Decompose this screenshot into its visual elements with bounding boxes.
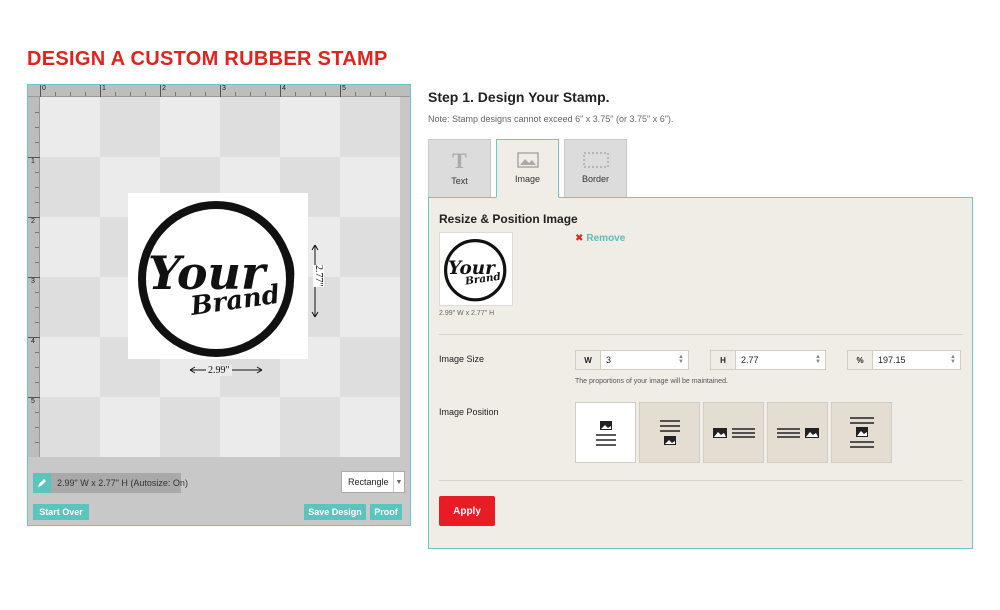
width-input-value: 3 bbox=[606, 355, 612, 365]
stamp-logo-image[interactable]: Your Brand bbox=[128, 193, 308, 359]
proportion-hint: The proportions of your image will be ma… bbox=[575, 378, 728, 385]
tab-image[interactable]: Image bbox=[496, 139, 559, 198]
start-over-button[interactable]: Start Over bbox=[33, 504, 89, 520]
percent-field-label: % bbox=[847, 350, 873, 370]
image-above-text-icon bbox=[595, 420, 616, 446]
ruler-number: 4 bbox=[31, 338, 35, 345]
text-t-icon: T bbox=[452, 148, 467, 173]
percent-input[interactable]: 197.15 ▲ ▼ bbox=[873, 350, 961, 370]
image-left-of-text-icon bbox=[712, 427, 755, 438]
shape-select-value: Rectangle bbox=[348, 477, 389, 487]
stamp-designer: 0 1 2 3 4 5 1 2 3 4 5 Your Brand 2.99" 2… bbox=[27, 84, 411, 526]
stepper-icon[interactable]: ▲ ▼ bbox=[950, 354, 956, 365]
image-below-text-icon bbox=[659, 419, 680, 445]
ruler-number: 4 bbox=[282, 85, 286, 92]
edit-size-button[interactable] bbox=[33, 473, 51, 493]
designer-actions: Start Over Save Design Proof bbox=[28, 499, 410, 525]
ruler-number: 5 bbox=[31, 398, 35, 405]
design-canvas[interactable]: Your Brand 2.99" 2.77" bbox=[40, 97, 400, 457]
divider bbox=[439, 334, 963, 335]
ruler-number: 3 bbox=[222, 85, 226, 92]
tab-border[interactable]: Border bbox=[564, 139, 627, 198]
thumbnail-caption: 2.99" W x 2.77" H bbox=[439, 310, 495, 317]
percent-field: % 197.15 ▲ ▼ bbox=[847, 350, 961, 370]
position-image-bottom-button[interactable] bbox=[639, 402, 700, 463]
image-panel: Resize & Position Image Your Brand 2.99"… bbox=[428, 197, 973, 549]
width-field: W 3 ▲ ▼ bbox=[575, 350, 689, 370]
remove-image-link[interactable]: ✖ Remove bbox=[575, 233, 625, 244]
ruler-number: 0 bbox=[42, 85, 46, 92]
ruler-left: 1 2 3 4 5 bbox=[28, 97, 40, 457]
close-icon: ✖ bbox=[575, 233, 584, 244]
border-icon bbox=[582, 152, 609, 168]
stepper-icon[interactable]: ▲ ▼ bbox=[678, 354, 684, 365]
shape-select[interactable]: Rectangle ▼ bbox=[341, 471, 405, 493]
height-input-value: 2.77 bbox=[741, 355, 759, 365]
ruler-number: 5 bbox=[342, 85, 346, 92]
height-field-label: H bbox=[710, 350, 736, 370]
stepper-icon[interactable]: ▲ ▼ bbox=[815, 354, 821, 365]
remove-label: Remove bbox=[586, 233, 626, 244]
size-note: Note: Stamp designs cannot exceed 6" x 3… bbox=[428, 114, 674, 124]
divider bbox=[439, 480, 963, 481]
ruler-number: 2 bbox=[162, 85, 166, 92]
tab-text[interactable]: T Text bbox=[428, 139, 491, 198]
image-between-text-icon bbox=[849, 416, 874, 448]
image-icon bbox=[516, 152, 539, 168]
position-image-left-button[interactable] bbox=[703, 402, 764, 463]
width-field-label: W bbox=[575, 350, 601, 370]
proof-button[interactable]: Proof bbox=[370, 504, 402, 520]
dimension-width-label: 2.99" bbox=[206, 365, 232, 376]
apply-button[interactable]: Apply bbox=[439, 496, 495, 526]
tab-label: Text bbox=[451, 176, 468, 186]
percent-input-value: 197.15 bbox=[878, 355, 906, 365]
tab-label: Image bbox=[514, 174, 540, 184]
ruler-number: 2 bbox=[31, 218, 35, 225]
height-input[interactable]: 2.77 ▲ ▼ bbox=[736, 350, 826, 370]
tab-label: Border bbox=[581, 174, 609, 184]
page-title: DESIGN A CUSTOM RUBBER STAMP bbox=[27, 48, 388, 70]
image-right-of-text-icon bbox=[776, 427, 819, 438]
panel-heading: Resize & Position Image bbox=[439, 212, 578, 226]
image-thumbnail: Your Brand bbox=[439, 232, 513, 306]
ruler-number: 3 bbox=[31, 278, 35, 285]
image-size-label: Image Size bbox=[439, 354, 485, 364]
width-input[interactable]: 3 ▲ ▼ bbox=[601, 350, 689, 370]
ruler-top: 0 1 2 3 4 5 bbox=[28, 85, 410, 97]
height-field: H 2.77 ▲ ▼ bbox=[710, 350, 826, 370]
dimension-height-label: 2.77" bbox=[313, 265, 324, 287]
step-title: Step 1. Design Your Stamp. bbox=[428, 89, 610, 105]
ruler-number: 1 bbox=[102, 85, 106, 92]
image-position-label: Image Position bbox=[439, 407, 499, 417]
canvas-scrollbar[interactable] bbox=[400, 97, 410, 457]
position-image-center-button[interactable] bbox=[831, 402, 892, 463]
pencil-icon bbox=[38, 479, 46, 487]
ruler-number: 1 bbox=[31, 158, 35, 165]
designer-toolbar: 2.99" W x 2.77" H (Autosize: On) Rectang… bbox=[28, 467, 410, 497]
save-design-button[interactable]: Save Design bbox=[304, 504, 366, 520]
size-readout: 2.99" W x 2.77" H (Autosize: On) bbox=[51, 473, 188, 493]
chevron-down-icon: ▼ bbox=[393, 472, 404, 492]
position-image-top-button[interactable] bbox=[575, 402, 636, 463]
position-image-right-button[interactable] bbox=[767, 402, 828, 463]
